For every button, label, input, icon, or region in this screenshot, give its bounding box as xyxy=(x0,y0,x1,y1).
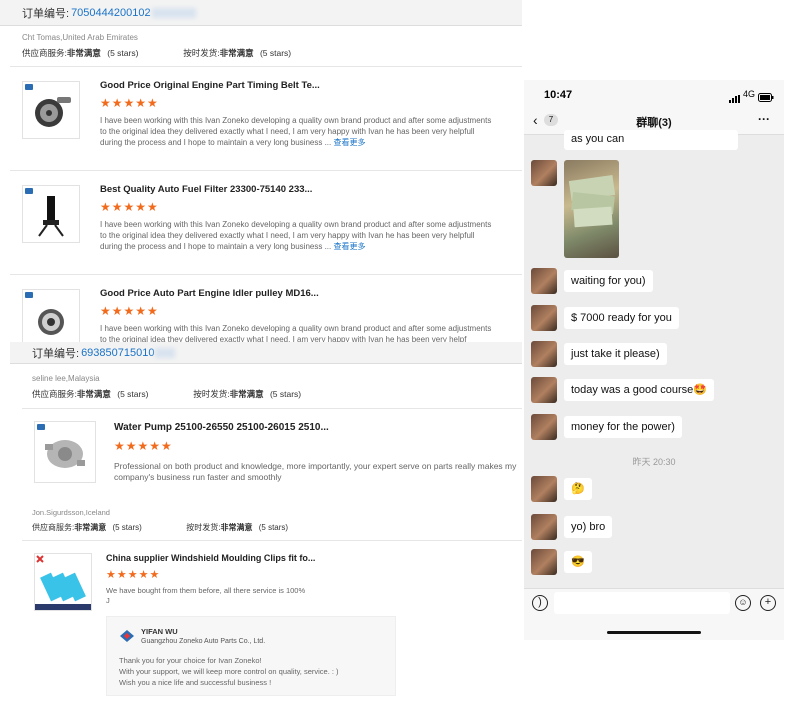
avatar xyxy=(531,514,557,540)
review-panel-1: 订单编号: 7050444200102 Cht Tomas,United Ara… xyxy=(0,0,522,342)
supplier-reply: YIFAN WU Guangzhou Zoneko Auto Parts Co.… xyxy=(106,616,396,696)
ratings-row: 供应商服务:非常满意 (5 stars) 按时发货:非常满意 (5 stars) xyxy=(32,389,302,399)
review-text: I have been working with this Ivan Zonek… xyxy=(100,220,492,251)
avatar xyxy=(531,549,557,575)
review-item: Water Pump 25100-26550 25100-26015 2510.… xyxy=(22,408,522,502)
chat-message: as you can xyxy=(564,130,738,150)
product-thumbnail[interactable] xyxy=(22,81,80,139)
avatar xyxy=(531,305,557,331)
star-rating: ★★★★★ xyxy=(100,200,159,214)
reply-text: Thank you for your choice for Ivan Zonek… xyxy=(119,656,339,687)
product-thumbnail[interactable] xyxy=(34,553,92,611)
product-thumbnail[interactable] xyxy=(22,185,80,243)
review-text: Professional on both product and knowled… xyxy=(114,461,517,482)
review-item: Good Price Auto Part Engine Idler pulley… xyxy=(10,274,522,342)
brand-logo-icon xyxy=(37,424,45,430)
buyer-name: seline lee,Malaysia xyxy=(32,374,100,383)
emoji-icon[interactable]: ☺ xyxy=(735,595,751,611)
avatar xyxy=(531,160,557,186)
redaction-blur xyxy=(155,347,176,358)
product-title[interactable]: Best Quality Auto Fuel Filter 23300-7514… xyxy=(100,184,312,195)
product-title[interactable]: Water Pump 25100-26550 25100-26015 2510.… xyxy=(114,422,329,433)
chat-input-bar: ) ☺ + xyxy=(524,588,784,640)
star-rating: ★★★★★ xyxy=(106,569,161,581)
order-number[interactable]: 7050444200102 xyxy=(71,7,151,19)
buyer-name: Jon.Sigurdsson,Iceland xyxy=(32,508,110,517)
clock: 10:47 xyxy=(544,89,573,101)
product-title[interactable]: Good Price Auto Part Engine Idler pulley… xyxy=(100,288,319,299)
see-more-link[interactable]: 查看更多 xyxy=(333,242,365,251)
chat-message: $ 7000 ready for you xyxy=(564,307,679,329)
review-item: Good Price Original Engine Part Timing B… xyxy=(10,66,522,171)
order-number[interactable]: 693850715010 xyxy=(81,347,154,359)
see-more-link[interactable]: 查看更多 xyxy=(333,138,365,147)
chat-title: 群聊(3) xyxy=(636,117,672,129)
message-input[interactable] xyxy=(554,592,730,614)
avatar xyxy=(531,341,557,367)
status-bar: 10:47 4G xyxy=(524,80,784,108)
review-item: Best Quality Auto Fuel Filter 23300-7514… xyxy=(10,170,522,275)
product-title[interactable]: Good Price Original Engine Part Timing B… xyxy=(100,80,320,91)
order-label: 订单编号: xyxy=(32,347,80,360)
chat-message: 😎 xyxy=(564,551,592,573)
voice-icon[interactable]: ) xyxy=(532,595,548,611)
chat-message: money for the power) xyxy=(564,416,682,438)
timestamp: 昨天 20:30 xyxy=(632,457,676,467)
network-type: 4G xyxy=(743,89,756,99)
order-bar: 订单编号: 693850715010 xyxy=(10,342,522,364)
brand-logo-icon xyxy=(25,292,33,298)
company-logo-icon xyxy=(120,630,134,642)
brand-logo-icon xyxy=(25,84,33,90)
product-title[interactable]: China supplier Windshield Moulding Clips… xyxy=(106,553,315,563)
star-rating: ★★★★★ xyxy=(100,96,159,110)
star-rating: ★★★★★ xyxy=(114,439,173,453)
product-thumbnail[interactable] xyxy=(34,421,96,483)
ratings-row: 供应商服务:非常满意 (5 stars) 按时发货:非常满意 (5 stars) xyxy=(22,48,292,58)
avatar xyxy=(531,377,557,403)
review-text: I have been working with this Ivan Zonek… xyxy=(100,116,492,147)
chat-message: today was a good course🤩 xyxy=(564,379,714,401)
chat-message: yo) bro xyxy=(564,516,613,538)
chat-screenshot: 10:47 4G ‹ 7 群聊(3) ··· as you can waitin… xyxy=(524,80,784,640)
review-text: I have been working with this Ivan Zonek… xyxy=(100,324,492,342)
redaction-blur xyxy=(151,7,196,18)
avatar xyxy=(531,414,557,440)
plus-icon[interactable]: + xyxy=(760,595,776,611)
more-options-icon[interactable]: ··· xyxy=(758,112,770,126)
order-label: 订单编号: xyxy=(22,7,70,20)
reply-author: YIFAN WU xyxy=(141,627,178,636)
review-panel-2: 订单编号: 693850715010 seline lee,Malaysia 供… xyxy=(10,342,522,502)
chat-message: 🤔 xyxy=(564,478,592,500)
product-thumbnail[interactable] xyxy=(22,289,80,342)
order-bar: 订单编号: 7050444200102 xyxy=(0,0,522,26)
avatar xyxy=(531,268,557,294)
avatar xyxy=(531,476,557,502)
money-photo[interactable] xyxy=(564,160,619,258)
chat-message: just take it please) xyxy=(564,343,667,365)
ratings-row: 供应商服务:非常满意 (5 stars) 按时发货:非常满意 (5 stars) xyxy=(32,523,289,532)
reply-company: Guangzhou Zoneko Auto Parts Co., Ltd. xyxy=(141,638,266,645)
home-indicator xyxy=(607,631,701,634)
chat-message: waiting for you) xyxy=(564,270,653,292)
signal-icon xyxy=(729,90,741,108)
buyer-name: Cht Tomas,United Arab Emirates xyxy=(22,33,138,42)
review-text: We have bought from them before, all the… xyxy=(106,586,306,605)
battery-icon xyxy=(758,89,774,107)
brand-logo-icon xyxy=(25,188,33,194)
star-rating: ★★★★★ xyxy=(100,304,159,318)
